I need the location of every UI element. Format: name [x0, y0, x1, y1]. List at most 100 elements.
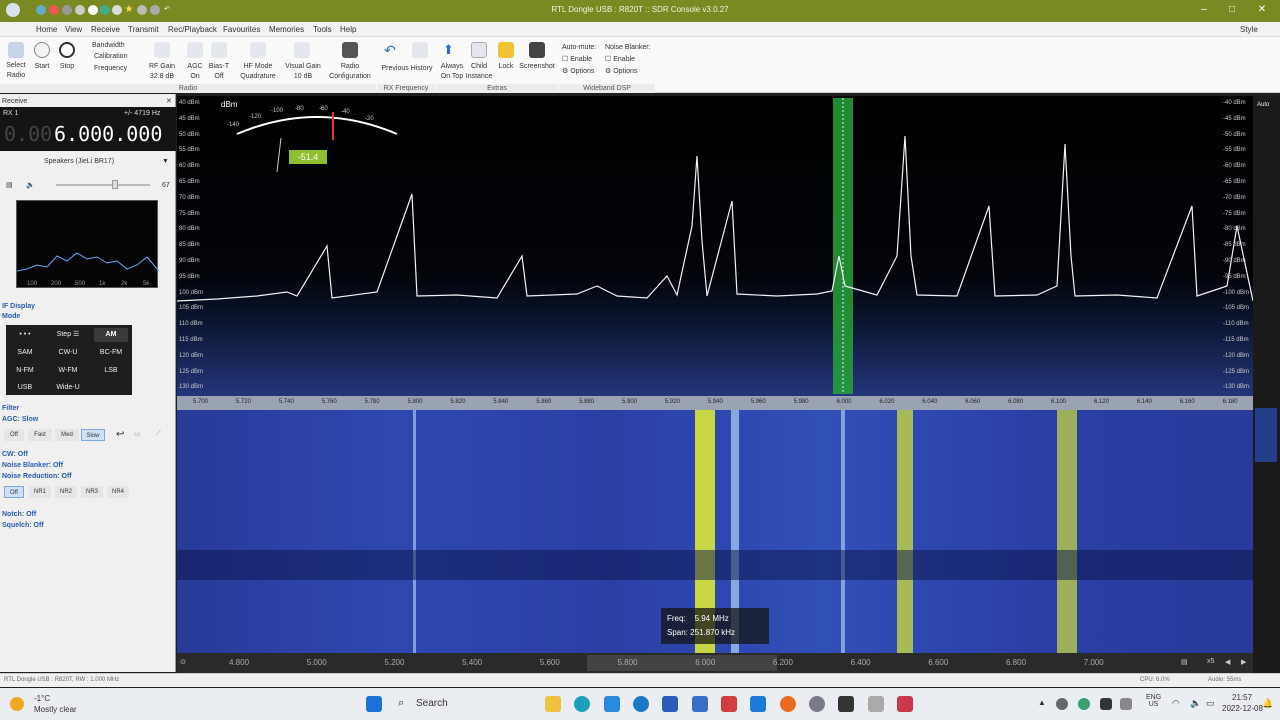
mode-am-button[interactable]: AM: [94, 328, 128, 342]
zoom-level[interactable]: x5: [1207, 658, 1214, 665]
noise-reduction-heading[interactable]: Noise Reduction: Off: [2, 473, 72, 480]
menu-favourites[interactable]: Favourites: [223, 25, 260, 34]
nr1-button[interactable]: NR1: [29, 486, 51, 498]
calibration-button[interactable]: Calibration: [94, 52, 127, 62]
tray-icon[interactable]: [1100, 698, 1112, 710]
rf-gain-icon[interactable]: [154, 42, 170, 58]
nr2-button[interactable]: NR2: [55, 486, 77, 498]
mode-heading[interactable]: Mode: [2, 313, 20, 320]
speaker-icon[interactable]: 🔈: [26, 181, 35, 189]
agc-settings-icon[interactable]: ▭: [134, 430, 141, 438]
edge-icon[interactable]: [574, 696, 590, 712]
bias-t-icon[interactable]: [211, 42, 227, 58]
overview-viewport[interactable]: [587, 655, 777, 671]
agc-icon[interactable]: [187, 42, 203, 58]
stop-icon[interactable]: [59, 42, 75, 58]
previous-history-button[interactable]: Previous History: [378, 64, 436, 74]
hf-mode-button[interactable]: HF Mode Quadrature: [234, 62, 282, 82]
cw-heading[interactable]: CW: Off: [2, 451, 28, 458]
camera-icon[interactable]: [529, 42, 545, 58]
close-icon[interactable]: ✕: [166, 97, 172, 105]
scroll-left-icon[interactable]: ◀: [1225, 658, 1230, 666]
style-menu[interactable]: Style: [1240, 25, 1258, 34]
frequency-axis[interactable]: 5.700 5.720 5.740 5.760 5.780 5.800 5.820 5.840…: [177, 396, 1253, 410]
noise-blanker-heading[interactable]: Noise Blanker: Off: [2, 462, 63, 469]
tray-icon[interactable]: [1120, 698, 1132, 710]
menu-tools[interactable]: Tools: [313, 25, 332, 34]
mode-wideu-button[interactable]: Wide-U: [51, 381, 85, 395]
spectrum-display[interactable]: dBm -140 -120 -100 -80 -60 -40 -20 -51.4…: [177, 96, 1253, 396]
noise-blanker-options-button[interactable]: ⚙ Options: [605, 67, 637, 77]
rf-gain-button[interactable]: RF Gain 32.8 dB: [144, 62, 180, 82]
menu-receive[interactable]: Receive: [91, 25, 120, 34]
agc-slow-button[interactable]: Slow: [81, 429, 105, 441]
firefox-icon[interactable]: [780, 696, 796, 712]
clock-time[interactable]: 21:57: [1232, 693, 1252, 702]
squelch-heading[interactable]: Squelch: Off: [2, 522, 44, 529]
select-radio-icon[interactable]: [8, 42, 24, 58]
store-icon[interactable]: [604, 696, 620, 712]
history-icon[interactable]: [412, 42, 428, 58]
volume-slider-thumb[interactable]: [112, 180, 118, 189]
always-on-top-icon[interactable]: ⬆: [443, 42, 459, 58]
word-icon[interactable]: [662, 696, 678, 712]
frequency-display[interactable]: RX 1 +/- 4719 Hz 0.00 6.000.000: [0, 107, 176, 151]
weather-condition[interactable]: Mostly clear: [34, 705, 77, 714]
file-explorer-icon[interactable]: [545, 696, 561, 712]
agc-off-button[interactable]: Off: [4, 429, 24, 441]
screenshot-button[interactable]: Screenshot: [516, 62, 558, 72]
search-icon[interactable]: ⌕: [398, 697, 404, 710]
mode-bcfm-button[interactable]: BC-FM: [94, 346, 128, 360]
lock-icon[interactable]: [498, 42, 514, 58]
radio-config-icon[interactable]: [342, 42, 358, 58]
child-instance-icon[interactable]: [471, 42, 487, 58]
visual-gain-button[interactable]: Visual Gain 10 dB: [282, 62, 324, 82]
sdr-console-icon[interactable]: [897, 696, 913, 712]
nr3-button[interactable]: NR3: [81, 486, 103, 498]
chevron-down-icon[interactable]: ▼: [162, 158, 169, 165]
visual-gain-icon[interactable]: [294, 42, 310, 58]
notification-icon[interactable]: 🔔: [1262, 698, 1273, 709]
previous-icon[interactable]: ↶: [384, 42, 400, 58]
weather-icon[interactable]: [10, 697, 24, 711]
agc-heading[interactable]: AGC: Slow: [2, 416, 38, 423]
nr-off-button[interactable]: Off: [4, 486, 24, 498]
overview-display-icon[interactable]: ▤: [1181, 658, 1188, 666]
mode-lsb-button[interactable]: LSB: [94, 364, 128, 378]
weather-temperature[interactable]: -1°C: [34, 694, 50, 703]
volume-slider[interactable]: [56, 184, 150, 186]
bandwidth-button[interactable]: Bandwidth: [92, 41, 125, 51]
agc-button[interactable]: AGC On: [183, 62, 207, 82]
radio-configuration-button[interactable]: Radio Configuration: [326, 62, 374, 82]
stop-button[interactable]: Stop: [55, 62, 79, 72]
menu-transmit[interactable]: Transmit: [128, 25, 159, 34]
clock-date[interactable]: 2022-12-08: [1222, 704, 1263, 713]
noise-blanker-enable-checkbox[interactable]: ☐ Enable: [605, 55, 635, 65]
equalizer-icon[interactable]: ▤: [6, 181, 13, 189]
filter-heading[interactable]: Filter: [2, 405, 19, 412]
app-icon[interactable]: [868, 696, 884, 712]
start-button[interactable]: Start: [30, 62, 54, 72]
waterfall-display[interactable]: Freq: 5.94 MHz Span: 251.870 kHz: [177, 410, 1253, 653]
auto-mute-enable-checkbox[interactable]: ☐ Enable: [562, 55, 592, 65]
step-button[interactable]: Step ☰: [51, 328, 85, 342]
menu-home[interactable]: Home: [36, 25, 57, 34]
audio-device-select[interactable]: Speakers (JieLi BR17): [44, 158, 114, 165]
scroll-right-icon[interactable]: ▶: [1241, 658, 1246, 666]
maximize-icon[interactable]: □: [1224, 4, 1240, 18]
back-arrow-icon[interactable]: ↩: [116, 429, 124, 440]
start-icon[interactable]: [34, 42, 50, 58]
language-indicator[interactable]: ENG US: [1146, 694, 1161, 708]
taskbar-search[interactable]: Search: [416, 698, 448, 709]
auto-mute-options-button[interactable]: ⚙ Options: [562, 67, 594, 77]
mode-usb-button[interactable]: USB: [8, 381, 42, 395]
calendar-icon[interactable]: [692, 696, 708, 712]
menu-view[interactable]: View: [65, 25, 82, 34]
chevron-up-icon[interactable]: ▲: [1038, 698, 1046, 707]
app-icon[interactable]: [721, 696, 737, 712]
menu-rec-playback[interactable]: Rec/Playback: [168, 25, 217, 34]
battery-icon[interactable]: ▭: [1206, 698, 1215, 709]
menu-memories[interactable]: Memories: [269, 25, 304, 34]
mode-wfm-button[interactable]: W-FM: [51, 364, 85, 378]
bias-t-button[interactable]: Bias-T Off: [206, 62, 232, 82]
